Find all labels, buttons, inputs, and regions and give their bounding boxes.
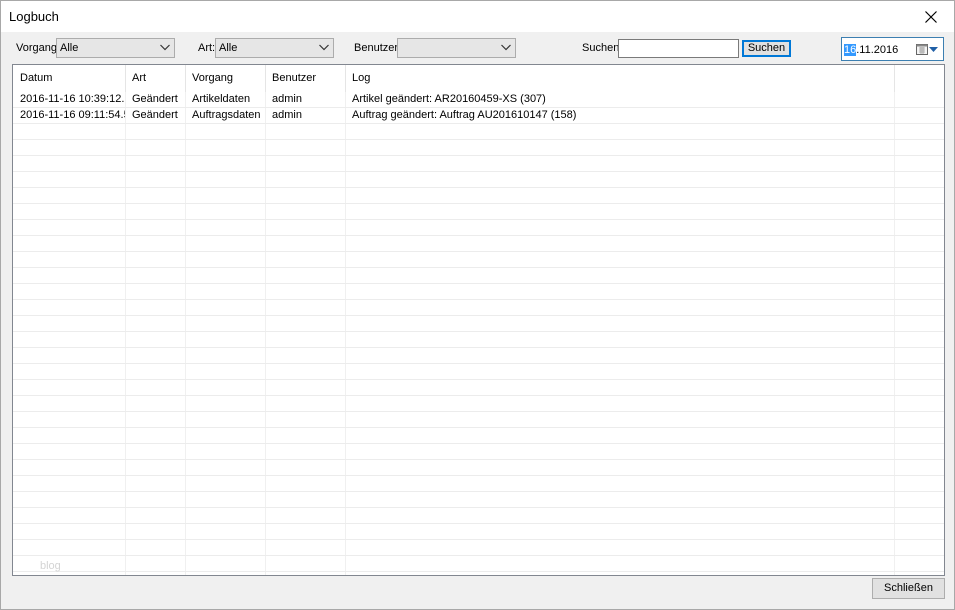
table-body: 2016-11-16 10:39:12.197 Geändert Artikel… <box>13 92 944 572</box>
chevron-down-icon <box>319 44 329 51</box>
cell-vorgang: Artikeldaten <box>192 93 251 105</box>
vorgang-select[interactable]: Alle <box>56 38 175 58</box>
table-row[interactable]: 2016-11-16 10:39:12.197 Geändert Artikel… <box>13 92 944 108</box>
empty-table-row <box>13 172 944 188</box>
search-button[interactable]: Suchen <box>742 40 791 57</box>
empty-table-row <box>13 316 944 332</box>
empty-table-row <box>13 332 944 348</box>
table-row[interactable]: 2016-11-16 09:11:54.517 Geändert Auftrag… <box>13 108 944 124</box>
art-select[interactable]: Alle <box>215 38 334 58</box>
empty-table-row <box>13 556 944 572</box>
table-header: Datum Art Vorgang Benutzer Log <box>13 65 944 92</box>
empty-table-row <box>13 348 944 364</box>
logbuch-window: Logbuch Vorgang: Alle Art: Alle Benutzer… <box>0 0 955 610</box>
column-header-benutzer[interactable]: Benutzer <box>265 65 345 92</box>
empty-table-row <box>13 156 944 172</box>
empty-table-row <box>13 492 944 508</box>
column-divider[interactable] <box>894 65 895 92</box>
empty-table-row <box>13 540 944 556</box>
empty-table-row <box>13 268 944 284</box>
empty-table-row <box>13 124 944 140</box>
cell-log: Artikel geändert: AR20160459-XS (307) <box>352 93 546 105</box>
empty-table-row <box>13 236 944 252</box>
column-header-art[interactable]: Art <box>125 65 185 92</box>
date-rest: .11.2016 <box>856 44 899 56</box>
empty-table-row <box>13 476 944 492</box>
column-header-datum[interactable]: Datum <box>13 65 125 92</box>
suchen-label: Suchen: <box>582 42 623 54</box>
cell-vorgang: Auftragsdaten <box>192 109 261 121</box>
cell-benutzer: admin <box>272 93 302 105</box>
date-picker-value[interactable]: 16.11.2016 <box>844 44 898 56</box>
empty-table-row <box>13 220 944 236</box>
empty-table-row <box>13 428 944 444</box>
benutzer-label: Benutzer: <box>354 42 402 54</box>
empty-table-row <box>13 284 944 300</box>
chevron-down-icon <box>501 44 511 51</box>
empty-table-row <box>13 300 944 316</box>
log-table: Datum Art Vorgang Benutzer Log 2016-11-1… <box>12 64 945 576</box>
chevron-down-icon <box>160 44 170 51</box>
column-header-log[interactable]: Log <box>345 65 894 92</box>
cell-datum: 2016-11-16 10:39:12.197 <box>20 93 125 105</box>
close-icon <box>925 10 937 23</box>
cell-log: Auftrag geändert: Auftrag AU201610147 (1… <box>352 109 577 121</box>
empty-table-row <box>13 364 944 380</box>
empty-table-row <box>13 524 944 540</box>
empty-table-row <box>13 252 944 268</box>
empty-table-row <box>13 396 944 412</box>
empty-table-row <box>13 444 944 460</box>
search-input[interactable] <box>618 39 739 58</box>
close-window-button[interactable] <box>908 1 954 32</box>
watermark-text: blog <box>40 560 61 572</box>
art-label: Art: <box>198 42 216 54</box>
cell-datum: 2016-11-16 09:11:54.517 <box>20 109 125 121</box>
empty-table-row <box>13 412 944 428</box>
cell-benutzer: admin <box>272 109 302 121</box>
title-bar: Logbuch <box>1 1 954 32</box>
cell-art: Geändert <box>132 93 178 105</box>
benutzer-select[interactable] <box>397 38 516 58</box>
column-header-vorgang[interactable]: Vorgang <box>185 65 265 92</box>
date-selected-part: 16 <box>844 44 857 56</box>
empty-table-row <box>13 140 944 156</box>
cell-art: Geändert <box>132 109 178 121</box>
empty-table-row <box>13 204 944 220</box>
window-title: Logbuch <box>9 9 59 24</box>
filter-bar: Vorgang: Alle Art: Alle Benutzer: Suchen… <box>1 33 954 63</box>
empty-table-row <box>13 460 944 476</box>
calendar-icon[interactable] <box>916 43 928 55</box>
schliessen-button[interactable]: Schließen <box>872 578 945 599</box>
vorgang-label: Vorgang: <box>16 42 61 54</box>
empty-table-row <box>13 380 944 396</box>
empty-table-row <box>13 188 944 204</box>
date-picker[interactable]: 16.11.2016 <box>841 37 944 61</box>
vorgang-select-value: Alle <box>60 42 79 54</box>
dropdown-arrow-icon[interactable] <box>929 47 938 52</box>
empty-table-row <box>13 508 944 524</box>
art-select-value: Alle <box>219 42 238 54</box>
